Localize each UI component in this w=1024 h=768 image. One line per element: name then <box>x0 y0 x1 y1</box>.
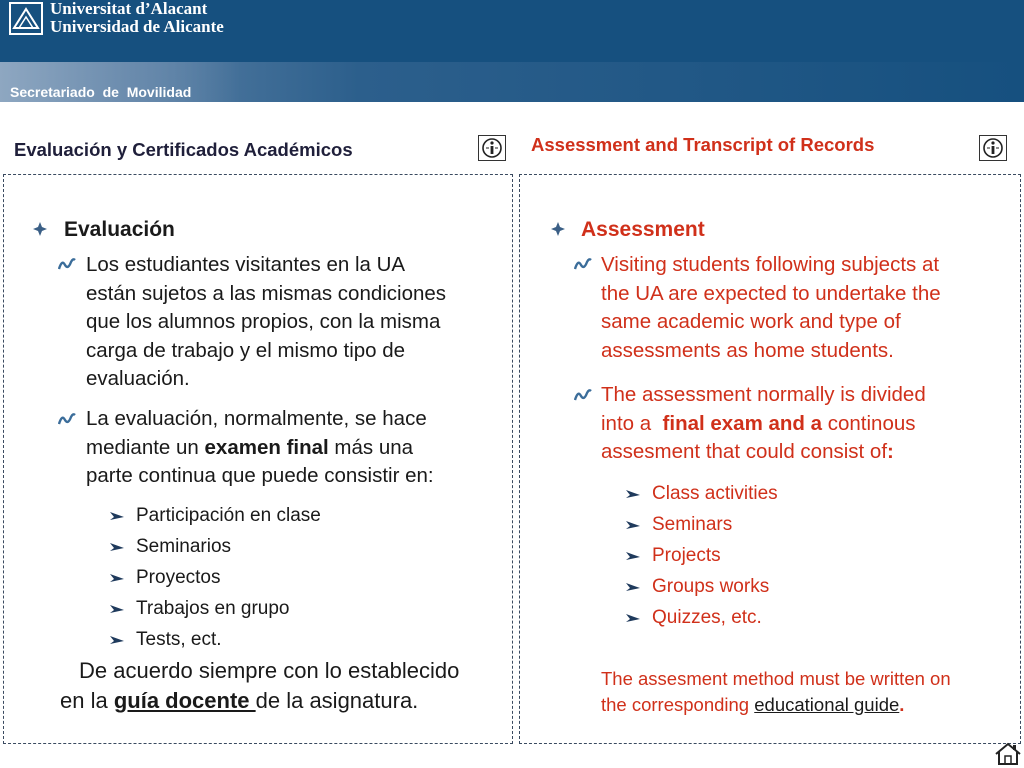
wave-bullet-icon <box>574 388 592 402</box>
wave-bullet-icon <box>58 257 76 271</box>
english-paragraph-2: The assessment normally is divided into … <box>601 381 926 467</box>
university-logo-icon <box>9 2 43 35</box>
arrow-bullet-icon <box>626 582 640 592</box>
list-item: Proyectos <box>110 562 321 593</box>
text-line: carga de trabajo y el mismo tipo de <box>86 338 406 362</box>
list-item-label: Seminarios <box>136 536 232 557</box>
english-section-title: Assessment and Transcript of Records <box>531 134 875 155</box>
list-item-label: Participación en clase <box>136 505 321 526</box>
arrow-bullet-icon <box>110 635 124 645</box>
cross-bullet-icon <box>551 222 565 236</box>
text-fragment: continous <box>822 411 916 435</box>
arrow-bullet-icon <box>110 573 124 583</box>
list-item: Tests, ect. <box>110 624 321 655</box>
guia-docente-link[interactable]: guía docente <box>114 688 256 713</box>
english-paragraph-1: Visiting students following subjects at … <box>601 251 941 365</box>
list-item: Seminars <box>626 509 778 540</box>
text-fragment: into a <box>601 411 663 435</box>
text-line: La evaluación, normalmente, se hace <box>86 407 427 430</box>
text-line: same academic work and type of <box>601 310 901 333</box>
text-line: the corresponding educational guide. <box>601 692 951 718</box>
list-item-label: Tests, ect. <box>136 629 222 650</box>
spanish-paragraph-2: La evaluación, normalmente, se hace medi… <box>86 405 434 491</box>
arrow-bullet-icon <box>110 542 124 552</box>
header-band: Universitat d’Alacant Universidad de Ali… <box>0 0 1024 102</box>
educational-guide-link[interactable]: educational guide <box>754 694 899 715</box>
text-fragment: mediante un <box>86 435 205 459</box>
department-name: Secretariado de Movilidad <box>10 84 192 100</box>
list-item-label: Proyectos <box>136 567 221 588</box>
info-icon[interactable] <box>478 135 506 161</box>
list-item-label: Quizzes, etc. <box>652 607 762 628</box>
wave-bullet-icon <box>574 257 592 271</box>
arrow-bullet-icon <box>110 511 124 521</box>
text-line: en la guía docente de la asignatura. <box>60 686 459 716</box>
list-item-label: Seminars <box>652 514 733 535</box>
wave-bullet-icon <box>58 412 76 426</box>
spanish-item-list: Participación en clase Seminarios Proyec… <box>110 500 321 655</box>
text-fragment: más una <box>328 435 414 459</box>
text-line: the UA are expected to undertake the <box>601 281 941 305</box>
text-line: assesment that could consist of: <box>601 438 926 467</box>
text-line: Los estudiantes visitantes en la UA <box>86 253 406 276</box>
list-item: Trabajos en grupo <box>110 593 321 624</box>
spanish-section-title: Evaluación y Certificados Académicos <box>14 139 353 160</box>
text-line: The assessment normally is divided <box>601 383 926 406</box>
list-item: Participación en clase <box>110 500 321 531</box>
spanish-paragraph-1: Los estudiantes visitantes en la UA está… <box>86 251 446 394</box>
university-name-line1: Universitat d’Alacant <box>50 0 208 18</box>
text-line: evaluación. <box>86 367 190 390</box>
text-line: están sujetos a las mismas condiciones <box>86 281 447 305</box>
english-item-list: Class activities Seminars Projects Group… <box>626 478 778 633</box>
university-name: Universitat d’Alacant Universidad de Ali… <box>50 0 224 36</box>
list-item: Seminarios <box>110 531 321 562</box>
text-fragment: en la <box>60 688 114 713</box>
university-name-line2: Universidad de Alicante <box>50 17 224 36</box>
text-fragment: . <box>899 694 905 715</box>
cross-bullet-icon <box>33 222 47 236</box>
text-line: De acuerdo siempre con lo establecido <box>79 658 460 683</box>
text-line: mediante un examen final más una <box>86 434 434 463</box>
text-line: Visiting students following subjects at <box>601 253 940 276</box>
english-footer-note: The assesment method must be written on … <box>601 666 951 718</box>
home-icon[interactable] <box>994 742 1022 766</box>
arrow-bullet-icon <box>626 489 640 499</box>
bold-text: final exam and a <box>662 411 823 435</box>
list-item: Quizzes, etc. <box>626 602 778 633</box>
list-item-label: Groups works <box>652 576 770 597</box>
bold-text: examen final <box>204 435 329 459</box>
text-line: The assesment method must be written on <box>601 668 951 689</box>
bold-text: : <box>887 440 894 463</box>
list-item-label: Trabajos en grupo <box>136 598 290 619</box>
text-fragment: the corresponding <box>601 694 755 715</box>
text-fragment: assesment that could consist of <box>601 440 888 463</box>
arrow-bullet-icon <box>626 520 640 530</box>
list-item-label: Projects <box>652 545 721 566</box>
text-line: parte continua que puede consistir en: <box>86 464 434 487</box>
info-icon[interactable] <box>979 135 1007 161</box>
list-item-label: Class activities <box>652 483 778 504</box>
list-item: Groups works <box>626 571 778 602</box>
text-line: into a final exam and a continous <box>601 410 926 439</box>
text-line: que los alumnos propios, con la misma <box>86 310 441 333</box>
spanish-footer-note: De acuerdo siempre con lo establecido en… <box>60 656 459 716</box>
english-heading: Assessment <box>581 218 705 241</box>
text-line: assessments as home students. <box>601 338 894 362</box>
arrow-bullet-icon <box>110 604 124 614</box>
list-item: Class activities <box>626 478 778 509</box>
arrow-bullet-icon <box>626 613 640 623</box>
spanish-heading: Evaluación <box>64 218 175 241</box>
list-item: Projects <box>626 540 778 571</box>
arrow-bullet-icon <box>626 551 640 561</box>
text-fragment: de la asignatura. <box>255 688 419 713</box>
